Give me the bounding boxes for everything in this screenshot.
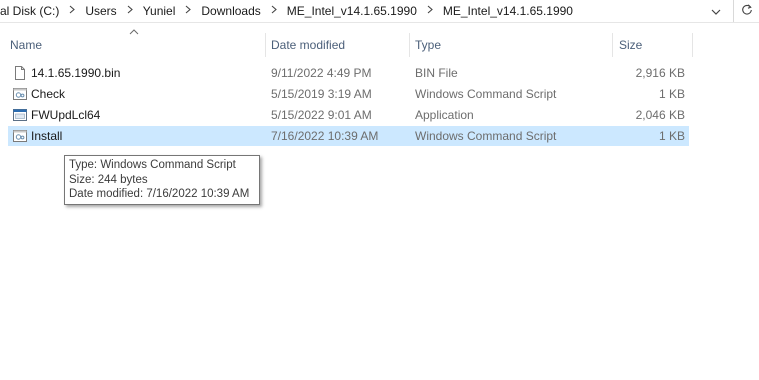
file-size: 1 KB	[658, 87, 685, 101]
column-header-date-modified[interactable]: Date modified	[267, 33, 407, 57]
tooltip-type: Type: Windows Command Script	[69, 159, 236, 171]
breadcrumb-yuniel[interactable]: Yuniel	[143, 4, 176, 18]
file-row[interactable]: 14.1.65.1990.bin 9/11/2022 4:49 PM BIN F…	[8, 63, 689, 83]
breadcrumb-me-intel-current[interactable]: ME_Intel_v14.1.65.1990	[443, 4, 573, 18]
breadcrumb-local-disk[interactable]: al Disk (C:)	[0, 4, 59, 18]
command-script-icon	[13, 88, 27, 100]
file-name: FWUpdLcl64	[31, 108, 101, 122]
file-row[interactable]: Check 5/15/2019 3:19 AM Windows Command …	[8, 84, 689, 104]
column-divider[interactable]	[265, 33, 266, 57]
breadcrumb-users[interactable]: Users	[85, 4, 116, 18]
chevron-right-icon[interactable]	[417, 5, 443, 17]
chevron-right-icon[interactable]	[59, 5, 85, 17]
chevron-down-icon	[711, 4, 721, 18]
chevron-right-icon[interactable]	[175, 5, 201, 17]
column-divider[interactable]	[612, 33, 613, 57]
breadcrumb-downloads[interactable]: Downloads	[201, 4, 260, 18]
application-icon	[13, 109, 27, 121]
file-size: 2,046 KB	[635, 108, 685, 122]
file-name: 14.1.65.1990.bin	[31, 66, 121, 80]
file-info-tooltip: Type: Windows Command Script Size: 244 b…	[64, 155, 260, 205]
file-type: Windows Command Script	[415, 87, 557, 101]
column-header-name-label: Name	[10, 38, 43, 52]
tooltip-date-modified: Date modified: 7/16/2022 10:39 AM	[69, 188, 250, 200]
column-divider[interactable]	[409, 33, 410, 57]
file-name: Install	[31, 129, 63, 143]
column-header-name[interactable]: Name	[6, 33, 264, 57]
chevron-right-icon[interactable]	[117, 5, 143, 17]
column-header-type-label: Type	[415, 38, 442, 52]
chevron-right-icon[interactable]	[261, 5, 287, 17]
file-row[interactable]: Install 7/16/2022 10:39 AM Windows Comma…	[8, 126, 689, 146]
column-divider[interactable]	[692, 33, 693, 57]
file-size: 2,916 KB	[635, 66, 685, 80]
file-date-modified: 5/15/2022 9:01 AM	[271, 108, 372, 122]
file-date-modified: 5/15/2019 3:19 AM	[271, 87, 372, 101]
column-header-date-label: Date modified	[271, 38, 346, 52]
tooltip-size: Size: 244 bytes	[69, 173, 148, 186]
address-history-dropdown[interactable]	[706, 2, 726, 20]
file-type: Windows Command Script	[415, 129, 557, 143]
column-header-size-label: Size	[619, 38, 643, 52]
refresh-button[interactable]	[733, 0, 759, 22]
file-date-modified: 7/16/2022 10:39 AM	[271, 129, 379, 143]
column-header-size[interactable]: Size	[615, 33, 691, 57]
file-row[interactable]: FWUpdLcl64 5/15/2022 9:01 AM Application…	[8, 105, 689, 125]
file-date-modified: 9/11/2022 4:49 PM	[271, 66, 372, 80]
file-type: BIN File	[415, 66, 458, 80]
file-name: Check	[31, 87, 66, 101]
breadcrumb-me-intel-parent[interactable]: ME_Intel_v14.1.65.1990	[287, 4, 417, 18]
command-script-icon	[13, 130, 27, 142]
address-bar[interactable]: al Disk (C:) Users Yuniel Downloads ME_I…	[0, 0, 759, 23]
file-size: 1 KB	[658, 129, 685, 143]
breadcrumb: al Disk (C:) Users Yuniel Downloads ME_I…	[0, 0, 573, 22]
refresh-icon	[741, 3, 753, 19]
column-header-type[interactable]: Type	[411, 33, 611, 57]
blank-file-icon	[15, 66, 25, 80]
file-type: Application	[415, 108, 474, 122]
